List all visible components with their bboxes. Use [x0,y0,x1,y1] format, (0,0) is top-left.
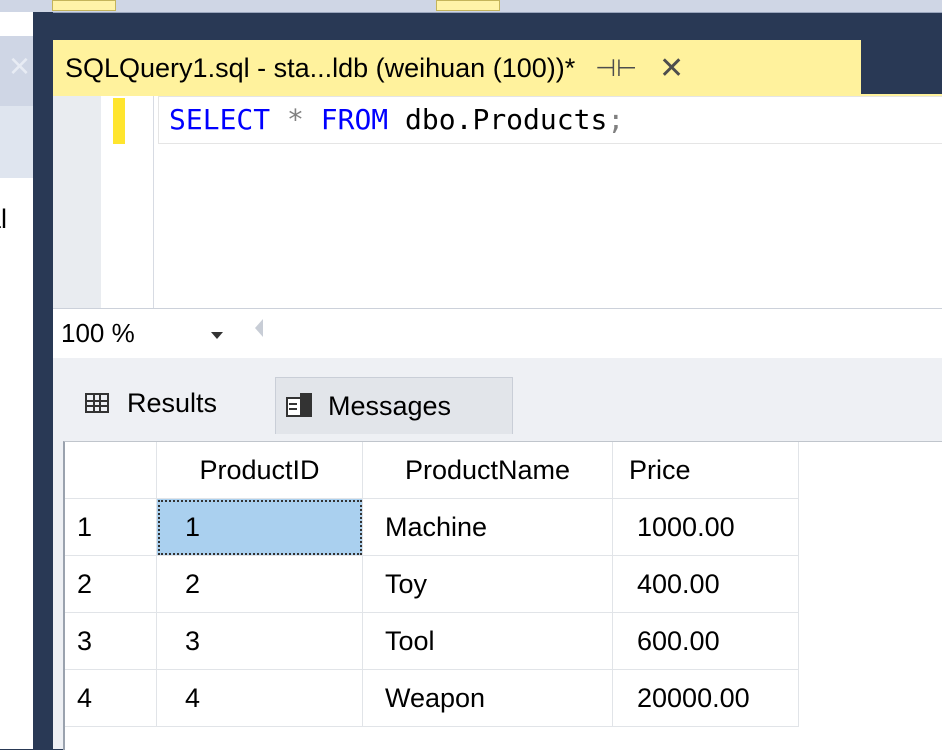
tab-sqlquery1[interactable]: SQLQuery1.sql - sta...ldb (weihuan (100)… [53,40,861,96]
keyword-select: SELECT [169,103,271,136]
chevron-down-icon[interactable] [211,332,223,339]
table-row[interactable]: 1 1 Machine 1000.00 [65,499,799,556]
toolbar-highlight [436,0,500,11]
column-header[interactable]: ProductName [363,442,613,499]
keyword-from: FROM [320,103,389,136]
cell-productid[interactable]: 4 [157,670,363,727]
tab-messages-label: Messages [328,390,452,421]
results-grid[interactable]: ProductID ProductName Price 1 1 Machine … [63,441,942,750]
row-number[interactable]: 4 [65,670,157,727]
row-number[interactable]: 2 [65,556,157,613]
table-row[interactable]: 4 4 Weapon 20000.00 [65,670,799,727]
row-number-header[interactable] [65,442,157,499]
tab-results[interactable]: Results [77,374,269,432]
table-row[interactable]: 2 2 Toy 400.00 [65,556,799,613]
cell-productname[interactable]: Machine [363,499,613,556]
cell-productname[interactable]: Tool [363,613,613,670]
zoom-value: 100 % [61,318,135,348]
cell-productid[interactable]: 2 [157,556,363,613]
results-pane: Results Messages ProductID ProductName P… [53,358,942,750]
top-toolbar-strip [0,0,942,13]
messages-icon [286,393,314,419]
cell-productname[interactable]: Toy [363,556,613,613]
change-indicator [113,98,125,144]
row-number[interactable]: 1 [65,499,157,556]
table-identifier: dbo.Products [405,103,608,136]
cell-price[interactable]: 400.00 [613,556,799,613]
panel-toolbar [0,106,33,178]
cell-price[interactable]: 1000.00 [613,499,799,556]
column-header[interactable]: ProductID [157,442,363,499]
zoom-dropdown[interactable]: 100 % [59,317,237,351]
star-token: * [287,103,304,136]
cell-productname[interactable]: Weapon [363,670,613,727]
close-icon[interactable]: × [0,46,30,86]
grid-icon [85,393,109,413]
cell-productid[interactable]: 1 [157,499,363,556]
column-header[interactable]: Price [613,442,799,499]
object-explorer-panel: × al [0,12,34,749]
gutter-divider [153,96,154,308]
editor-margin [53,96,101,308]
panel-partial-text: al [0,204,8,234]
tab-title: SQLQuery1.sql - sta...ldb (weihuan (100)… [65,52,576,83]
pin-icon[interactable]: ⊣⊢ [595,54,637,83]
zoom-bar: 100 % [53,308,942,360]
cell-price[interactable]: 600.00 [613,613,799,670]
query-editor[interactable]: SELECT * FROM dbo.Products; [53,96,942,309]
row-number[interactable]: 3 [65,613,157,670]
splitter[interactable] [33,12,53,749]
code-line-1[interactable]: SELECT * FROM dbo.Products; [169,100,624,140]
toolbar-highlight [52,0,116,11]
cell-productid[interactable]: 3 [157,613,363,670]
tab-results-label: Results [127,387,218,418]
grid-header-row: ProductID ProductName Price [65,442,799,499]
cell-price[interactable]: 20000.00 [613,670,799,727]
tab-messages[interactable]: Messages [275,377,513,434]
close-icon[interactable]: ✕ [659,51,684,86]
table-row[interactable]: 3 3 Tool 600.00 [65,613,799,670]
scroll-left-icon[interactable] [255,319,263,337]
statement-terminator: ; [607,103,625,136]
